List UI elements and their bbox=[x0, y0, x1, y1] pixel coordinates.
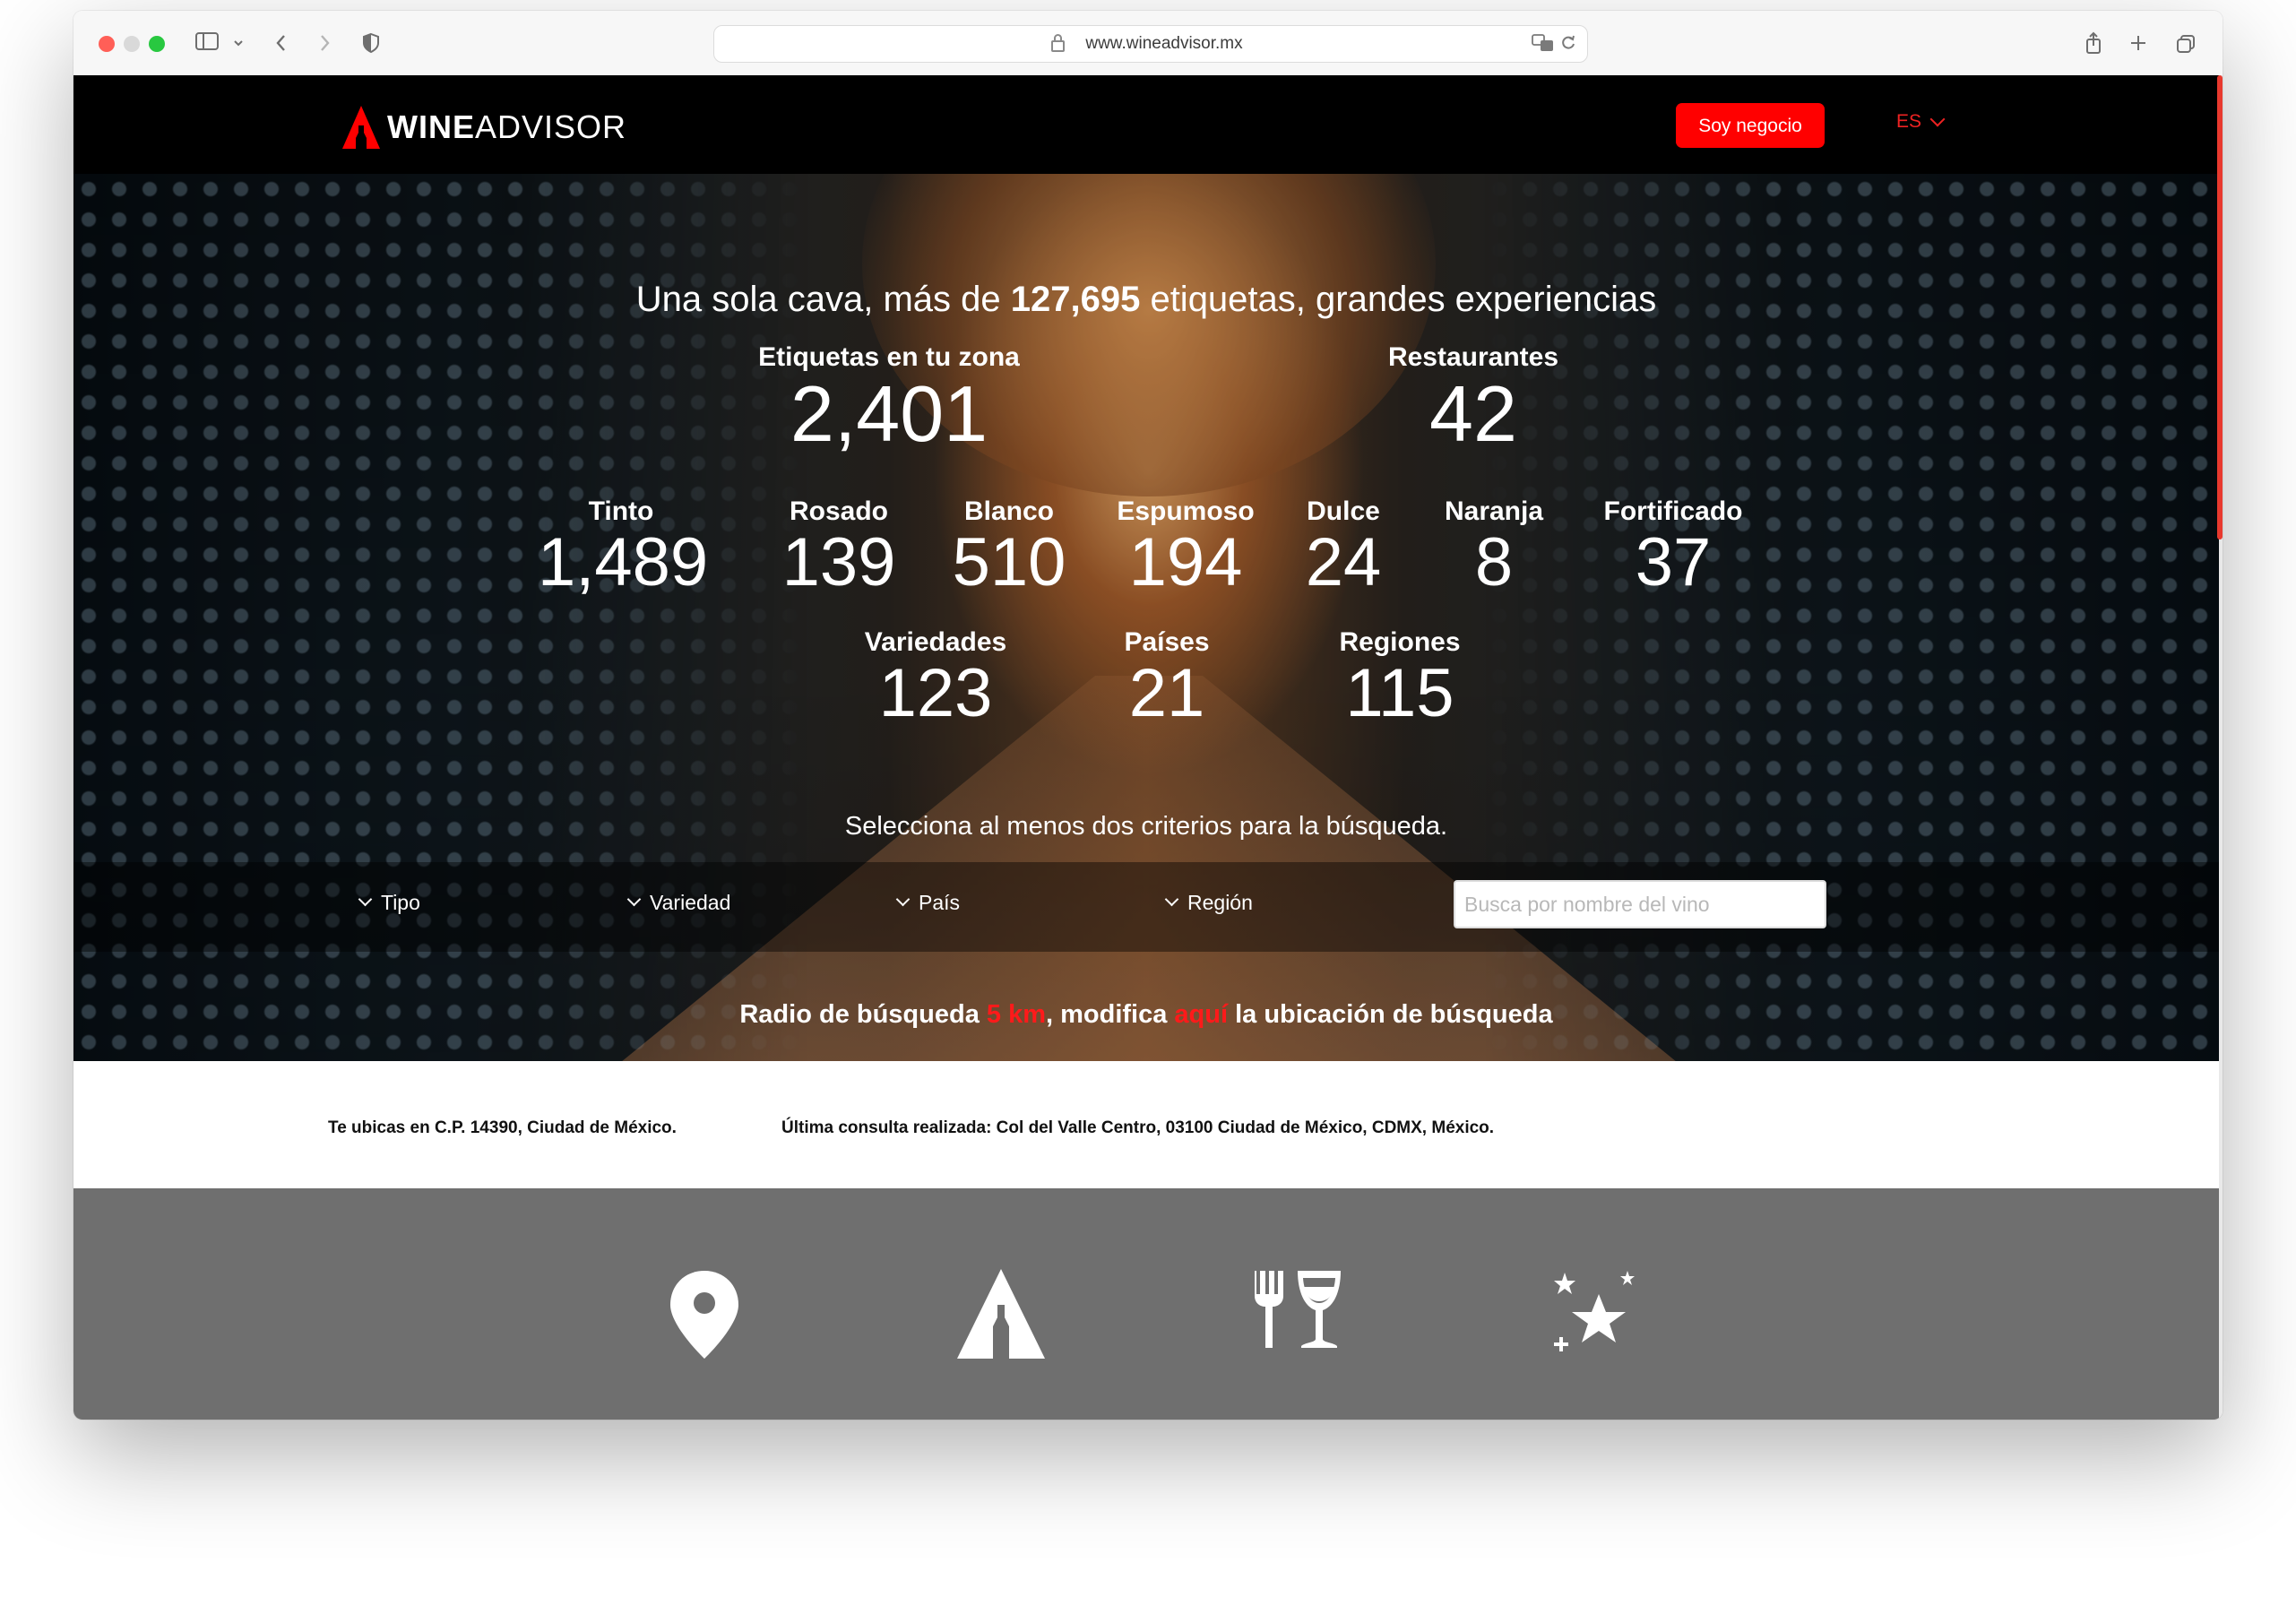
stat-naranja[interactable]: Naranja 8 bbox=[1427, 496, 1561, 597]
stat-label: Etiquetas en tu zona bbox=[758, 342, 1020, 372]
back-icon[interactable] bbox=[272, 30, 290, 56]
browser-window: www.wineadvisor.mx WINEADVISOR Soy negoc… bbox=[73, 11, 2223, 1420]
stat-etiquetas: Etiquetas en tu zona 2,401 bbox=[747, 342, 1031, 453]
stat-value: 37 bbox=[1635, 524, 1712, 600]
filter-variedad[interactable]: Variedad bbox=[626, 891, 731, 915]
stat-tinto[interactable]: Tinto 1,489 bbox=[538, 496, 709, 600]
filter-region[interactable]: Región bbox=[1164, 891, 1253, 915]
soy-negocio-button[interactable]: Soy negocio bbox=[1676, 103, 1825, 148]
filter-label: Variedad bbox=[650, 891, 731, 914]
change-location-link[interactable]: aquí bbox=[1174, 1000, 1228, 1029]
logo-mark-icon bbox=[342, 106, 380, 149]
location-pin-icon[interactable] bbox=[667, 1269, 742, 1365]
stat-value: 2,401 bbox=[790, 369, 988, 458]
stat-value: 24 bbox=[1305, 524, 1382, 600]
stat-regiones: Regiones 115 bbox=[1328, 627, 1472, 728]
wine-bottle-icon[interactable] bbox=[957, 1269, 1045, 1363]
language-selector[interactable]: ES bbox=[1896, 111, 1946, 133]
filter-bar: Tipo Variedad País Región bbox=[73, 862, 2219, 952]
chevron-down-icon[interactable] bbox=[231, 30, 246, 56]
stat-label: Blanco bbox=[963, 496, 1055, 526]
search-radius-line: Radio de búsqueda 5 km, modifica aquí la… bbox=[739, 1000, 1553, 1029]
url-text: www.wineadvisor.mx bbox=[1085, 34, 1243, 53]
radius-value: 5 km bbox=[986, 1000, 1046, 1029]
stat-value: 42 bbox=[1429, 369, 1517, 458]
search-criteria-note: Selecciona al menos dos criterios para l… bbox=[844, 812, 1448, 841]
filter-label: Tipo bbox=[381, 891, 420, 914]
translate-icon[interactable] bbox=[1532, 33, 1555, 57]
stat-value: 194 bbox=[1128, 524, 1243, 600]
stat-paises: Países 21 bbox=[1104, 627, 1230, 728]
browser-toolbar: www.wineadvisor.mx bbox=[73, 11, 2223, 76]
stat-label: Espumoso bbox=[1117, 496, 1255, 526]
stat-rosado[interactable]: Rosado 139 bbox=[778, 496, 900, 597]
logo-text: WINEADVISOR bbox=[387, 108, 627, 145]
last-query-text: Última consulta realizada: Col del Valle… bbox=[781, 1118, 1495, 1137]
filter-tipo[interactable]: Tipo bbox=[358, 891, 420, 915]
zoom-window-button[interactable] bbox=[149, 36, 165, 52]
wineadvisor-logo[interactable]: WINEADVISOR bbox=[341, 102, 626, 152]
stat-value: 8 bbox=[1474, 524, 1514, 600]
new-tab-icon[interactable] bbox=[2128, 30, 2149, 56]
shield-icon[interactable] bbox=[360, 30, 382, 56]
stat-label: Fortificado bbox=[1603, 496, 1743, 526]
address-bar[interactable]: www.wineadvisor.mx bbox=[713, 25, 1588, 63]
scrollbar-thumb[interactable] bbox=[2217, 75, 2223, 540]
close-window-button[interactable] bbox=[99, 36, 115, 52]
current-location-text: Te ubicas en C.P. 14390, Ciudad de Méxic… bbox=[328, 1118, 677, 1137]
stars-icon[interactable] bbox=[1550, 1269, 1644, 1367]
language-label: ES bbox=[1896, 111, 1922, 132]
features-strip bbox=[73, 1188, 2219, 1420]
stat-value: 123 bbox=[878, 655, 993, 731]
hero-title: Una sola cava, más de 127,695 etiquetas,… bbox=[635, 280, 1657, 319]
site-header: WINEADVISOR Soy negocio ES bbox=[73, 75, 2219, 174]
minimize-window-button[interactable] bbox=[124, 36, 140, 52]
reload-icon[interactable] bbox=[1560, 32, 1576, 57]
hero-section: Una sola cava, más de 127,695 etiquetas,… bbox=[73, 174, 2219, 1061]
chevron-down-icon bbox=[1929, 111, 1946, 127]
stat-value: 510 bbox=[952, 524, 1066, 600]
location-bar: Te ubicas en C.P. 14390, Ciudad de Méxic… bbox=[73, 1061, 2219, 1188]
forward-icon[interactable] bbox=[315, 30, 333, 56]
stat-espumoso[interactable]: Espumoso 194 bbox=[1108, 496, 1264, 597]
chevron-down-icon bbox=[626, 892, 642, 907]
stat-label: Regiones bbox=[1339, 627, 1461, 657]
stat-value: 21 bbox=[1128, 655, 1205, 731]
share-icon[interactable] bbox=[2083, 30, 2104, 56]
chevron-down-icon bbox=[895, 892, 911, 907]
sidebar-icon[interactable] bbox=[194, 30, 220, 56]
stat-value: 1,489 bbox=[538, 524, 709, 600]
stat-label: Países bbox=[1124, 627, 1210, 657]
wine-name-search-input[interactable] bbox=[1454, 880, 1826, 928]
chevron-down-icon bbox=[1164, 892, 1179, 907]
stat-label: Tinto bbox=[588, 496, 654, 526]
chevron-down-icon bbox=[358, 892, 373, 907]
filter-label: Región bbox=[1187, 891, 1253, 914]
stat-value: 115 bbox=[1345, 655, 1454, 731]
stat-label: Rosado bbox=[789, 496, 888, 526]
stat-label: Variedades bbox=[864, 627, 1007, 657]
filter-label: País bbox=[919, 891, 961, 914]
stat-fortificado[interactable]: Fortificado 37 bbox=[1588, 496, 1758, 597]
stat-restaurantes: Restaurantes 42 bbox=[1384, 342, 1563, 453]
stat-value: 139 bbox=[781, 524, 896, 600]
restaurant-icon[interactable] bbox=[1251, 1269, 1344, 1354]
tab-overview-icon[interactable] bbox=[2174, 30, 2197, 56]
stat-label: Naranja bbox=[1444, 496, 1544, 526]
stat-dulce[interactable]: Dulce 24 bbox=[1294, 496, 1393, 597]
page-viewport: WINEADVISOR Soy negocio ES Una sola cava… bbox=[73, 75, 2219, 1420]
stat-label: Restaurantes bbox=[1387, 342, 1559, 372]
filter-pais[interactable]: País bbox=[895, 891, 961, 915]
stat-variedades: Variedades 123 bbox=[855, 627, 1016, 728]
stat-label: Dulce bbox=[1307, 496, 1380, 526]
stat-blanco[interactable]: Blanco 510 bbox=[946, 496, 1072, 597]
